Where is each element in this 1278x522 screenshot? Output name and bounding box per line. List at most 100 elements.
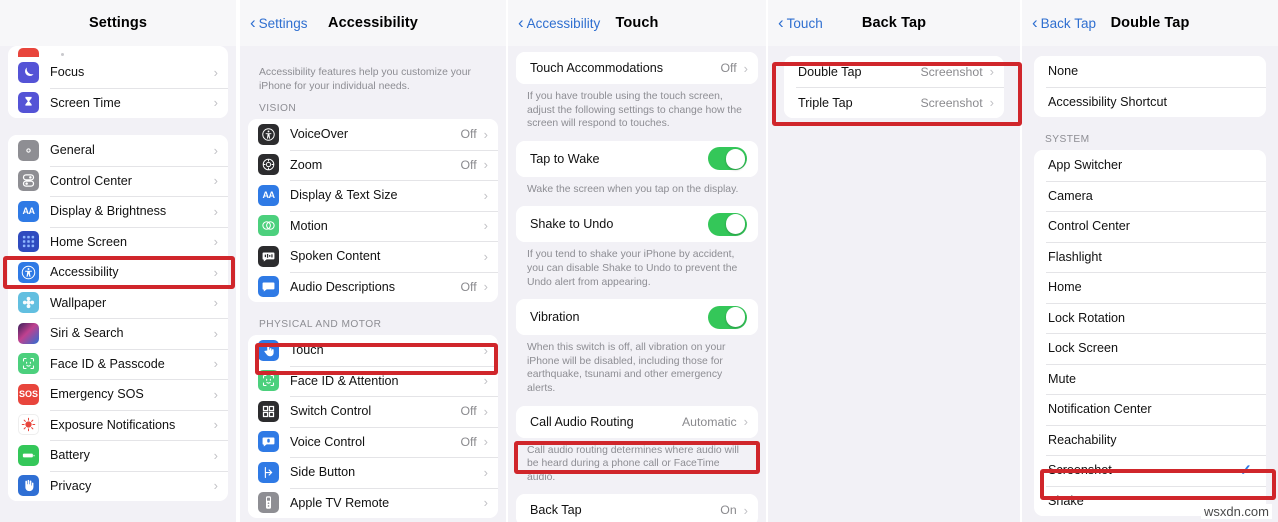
double-tap-option-home[interactable]: Home: [1034, 272, 1266, 303]
settings-row-exposure-notifications[interactable]: Exposure Notifications ›: [8, 409, 228, 440]
touch-row-label: Shake to Undo: [530, 217, 614, 232]
accessibility-row-value: Off: [460, 157, 477, 172]
double-tap-list[interactable]: None Accessibility Shortcut SYSTEM App S…: [1022, 46, 1278, 522]
settings-row-wallpaper[interactable]: Wallpaper ›: [8, 287, 228, 318]
double-tap-option-accessibility-shortcut[interactable]: Accessibility Shortcut: [1034, 86, 1266, 117]
option-label: Notification Center: [1048, 402, 1152, 417]
back-button-touch[interactable]: ‹ Touch: [778, 14, 823, 32]
partial-text: [61, 53, 64, 56]
back-button-accessibility[interactable]: ‹ Accessibility: [518, 14, 601, 32]
settings-row-emergency-sos[interactable]: SOS Emergency SOS ›: [8, 379, 228, 410]
accessibility-row-motion[interactable]: Motion ›: [248, 210, 498, 242]
chevron-right-icon: ›: [483, 157, 488, 173]
settings-group-1: Focus › Screen Time ›: [8, 57, 228, 118]
notifications-icon: [18, 48, 39, 57]
moon-icon: [18, 61, 39, 83]
chevron-right-icon: ›: [213, 142, 218, 158]
touch-row-back-tap[interactable]: Back Tap On ›: [516, 494, 758, 522]
settings-row-screen-time[interactable]: Screen Time ›: [8, 87, 228, 118]
accessibility-row-display-text-size[interactable]: AA Display & Text Size ›: [248, 180, 498, 211]
double-tap-option-flashlight[interactable]: Flashlight: [1034, 241, 1266, 272]
back-tap-row-double-tap[interactable]: Double Tap Screenshot ›: [784, 56, 1004, 87]
accessibility-row-audio-descriptions[interactable]: Audio Descriptions Off ›: [248, 271, 498, 303]
touch-row-call-audio-routing[interactable]: Call Audio Routing Automatic ›: [516, 405, 758, 438]
chevron-right-icon: ›: [213, 478, 218, 494]
section-header-vision: VISION: [259, 103, 297, 115]
accessibility-row-apple-tv-remote[interactable]: Apple TV Remote ›: [248, 487, 498, 519]
touch-row-vibration[interactable]: Vibration: [516, 299, 758, 336]
accessibility-row-label: Switch Control: [290, 404, 372, 419]
back-tap-row-label: Triple Tap: [798, 95, 853, 110]
double-tap-option-app-switcher[interactable]: App Switcher: [1034, 150, 1266, 181]
accessibility-list[interactable]: Accessibility features help you customiz…: [240, 46, 506, 522]
settings-row-label: Privacy: [50, 478, 92, 493]
shake-to-undo-toggle[interactable]: [708, 212, 747, 236]
touch-row-tap-to-wake[interactable]: Tap to Wake: [516, 140, 758, 177]
touch-accommodations-group: Touch Accommodations Off ›: [516, 52, 758, 84]
double-tap-option-lock-rotation[interactable]: Lock Rotation: [1034, 302, 1266, 333]
double-tap-option-camera[interactable]: Camera: [1034, 180, 1266, 211]
accessibility-row-voice-control[interactable]: Voice Control Off ›: [248, 426, 498, 458]
back-button-settings[interactable]: ‹ Settings: [250, 12, 307, 32]
settings-list[interactable]: Focus › Screen Time › General › Control …: [0, 46, 236, 522]
settings-row-focus[interactable]: Focus ›: [8, 57, 228, 88]
back-button-back-tap[interactable]: ‹ Back Tap: [1032, 14, 1096, 32]
double-tap-option-reachability[interactable]: Reachability: [1034, 424, 1266, 455]
chevron-left-icon: ‹: [250, 12, 256, 32]
double-tap-option-notification-center[interactable]: Notification Center: [1034, 394, 1266, 425]
sos-icon: SOS: [18, 383, 39, 405]
chevron-right-icon: ›: [483, 187, 488, 203]
chevron-right-icon: ›: [483, 126, 488, 142]
touch-row-accommodations[interactable]: Touch Accommodations Off ›: [516, 52, 758, 84]
accessibility-row-spoken-content[interactable]: Spoken Content ›: [248, 241, 498, 272]
accessibility-row-touch[interactable]: Touch ›: [248, 335, 498, 366]
chevron-right-icon: ›: [989, 64, 994, 79]
sidebar-item-accessibility[interactable]: Accessibility ›: [8, 257, 228, 288]
panel-accessibility: ‹ Settings Accessibility Accessibility f…: [240, 0, 506, 522]
settings-row-display-brightness[interactable]: AA Display & Brightness ›: [8, 196, 228, 227]
touch-navbar: ‹ Accessibility Touch: [508, 0, 766, 46]
chevron-right-icon: ›: [213, 173, 218, 189]
settings-row-home-screen[interactable]: Home Screen ›: [8, 226, 228, 257]
accessibility-row-face-id-attention[interactable]: Face ID & Attention ›: [248, 365, 498, 397]
double-tap-option-lock-screen[interactable]: Lock Screen: [1034, 333, 1266, 364]
accessibility-row-switch-control[interactable]: Switch Control Off ›: [248, 396, 498, 427]
chevron-right-icon: ›: [743, 60, 748, 76]
accessibility-row-label: Motion: [290, 218, 328, 233]
settings-row-privacy[interactable]: Privacy ›: [8, 470, 228, 501]
accessibility-row-side-button[interactable]: Side Button ›: [248, 457, 498, 488]
tap-to-wake-toggle[interactable]: [708, 147, 747, 171]
double-tap-system-group: App Switcher Camera Control Center Flash…: [1034, 150, 1266, 516]
settings-row-control-center[interactable]: Control Center ›: [8, 165, 228, 196]
accessibility-row-label: Audio Descriptions: [290, 279, 395, 294]
accessibility-row-voiceover[interactable]: VoiceOver Off ›: [248, 119, 498, 150]
touch-list[interactable]: Touch Accommodations Off › If you have t…: [508, 46, 766, 522]
touch-row-shake-to-undo[interactable]: Shake to Undo: [516, 206, 758, 243]
double-tap-option-control-center[interactable]: Control Center: [1034, 211, 1266, 242]
tap-to-wake-footer: Wake the screen when you tap on the disp…: [527, 183, 739, 195]
accessibility-row-label: Face ID & Attention: [290, 373, 399, 388]
settings-row-siri-search[interactable]: Siri & Search ›: [8, 318, 228, 349]
double-tap-option-screenshot[interactable]: Screenshot ✓: [1034, 455, 1266, 486]
checkmark-icon: ✓: [1239, 461, 1252, 479]
vibration-toggle[interactable]: [708, 305, 747, 329]
back-tap-row-triple-tap[interactable]: Triple Tap Screenshot ›: [784, 87, 1004, 118]
accessibility-row-zoom[interactable]: Zoom Off ›: [248, 149, 498, 181]
settings-row-general[interactable]: General ›: [8, 135, 228, 166]
settings-row-face-id-passcode[interactable]: Face ID & Passcode ›: [8, 348, 228, 379]
back-button-label: Back Tap: [1040, 15, 1096, 31]
double-tap-option-none[interactable]: None: [1034, 56, 1266, 87]
siri-orb-icon: [18, 322, 39, 344]
settings-row-battery[interactable]: Battery ›: [8, 440, 228, 471]
settings-row-label: Focus: [50, 65, 85, 80]
double-tap-option-mute[interactable]: Mute: [1034, 363, 1266, 394]
apple-tv-remote-icon: [258, 492, 279, 514]
back-button-label: Accessibility: [526, 15, 601, 31]
back-tap-list[interactable]: Double Tap Screenshot › Triple Tap Scree…: [768, 46, 1020, 522]
option-label: App Switcher: [1048, 158, 1123, 173]
screenshot-root: Settings Focus › Screen Time › General ›…: [0, 0, 1278, 522]
